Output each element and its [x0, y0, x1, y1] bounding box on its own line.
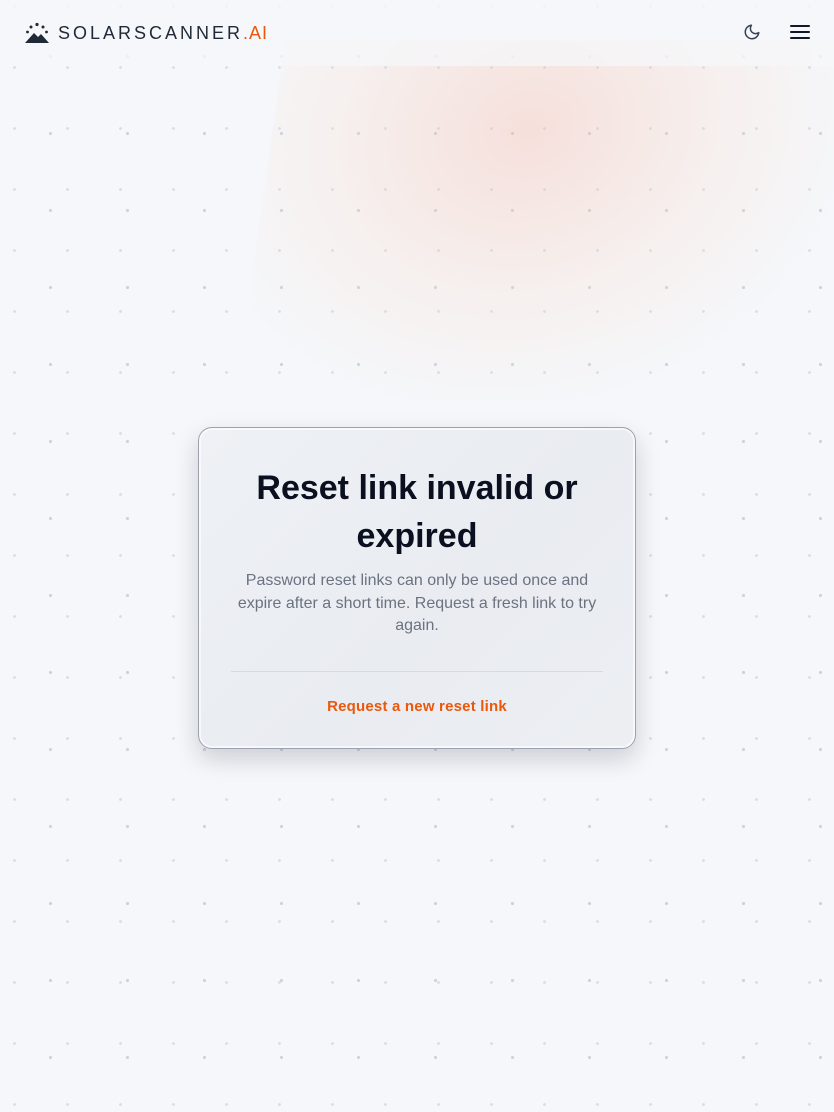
card-message: Password reset links can only be used on…: [237, 572, 597, 634]
card-divider: [231, 670, 603, 672]
top-nav: SOLARSCANNER.AI: [0, 0, 834, 66]
moon-icon: [743, 23, 761, 44]
menu-button[interactable]: [788, 21, 812, 45]
brand-name: SOLARSCANNER.AI: [58, 23, 268, 44]
page: SOLARSCANNER.AI Reset link invalid or ex…: [0, 0, 834, 1112]
card-title: Reset link invalid or expired: [256, 469, 578, 555]
theme-toggle-button[interactable]: [740, 21, 764, 45]
brand-logo-link[interactable]: SOLARSCANNER.AI: [24, 22, 268, 44]
reset-link-error-card: Reset link invalid or expired Password r…: [198, 427, 636, 749]
hamburger-menu-icon: [789, 23, 811, 44]
brand-name-accent: .AI: [243, 22, 269, 43]
sunrise-mountain-icon: [24, 22, 50, 44]
header-actions: [740, 21, 812, 45]
request-new-reset-link[interactable]: Request a new reset link: [327, 698, 507, 715]
brand-name-main: SOLARSCANNER: [58, 22, 244, 43]
